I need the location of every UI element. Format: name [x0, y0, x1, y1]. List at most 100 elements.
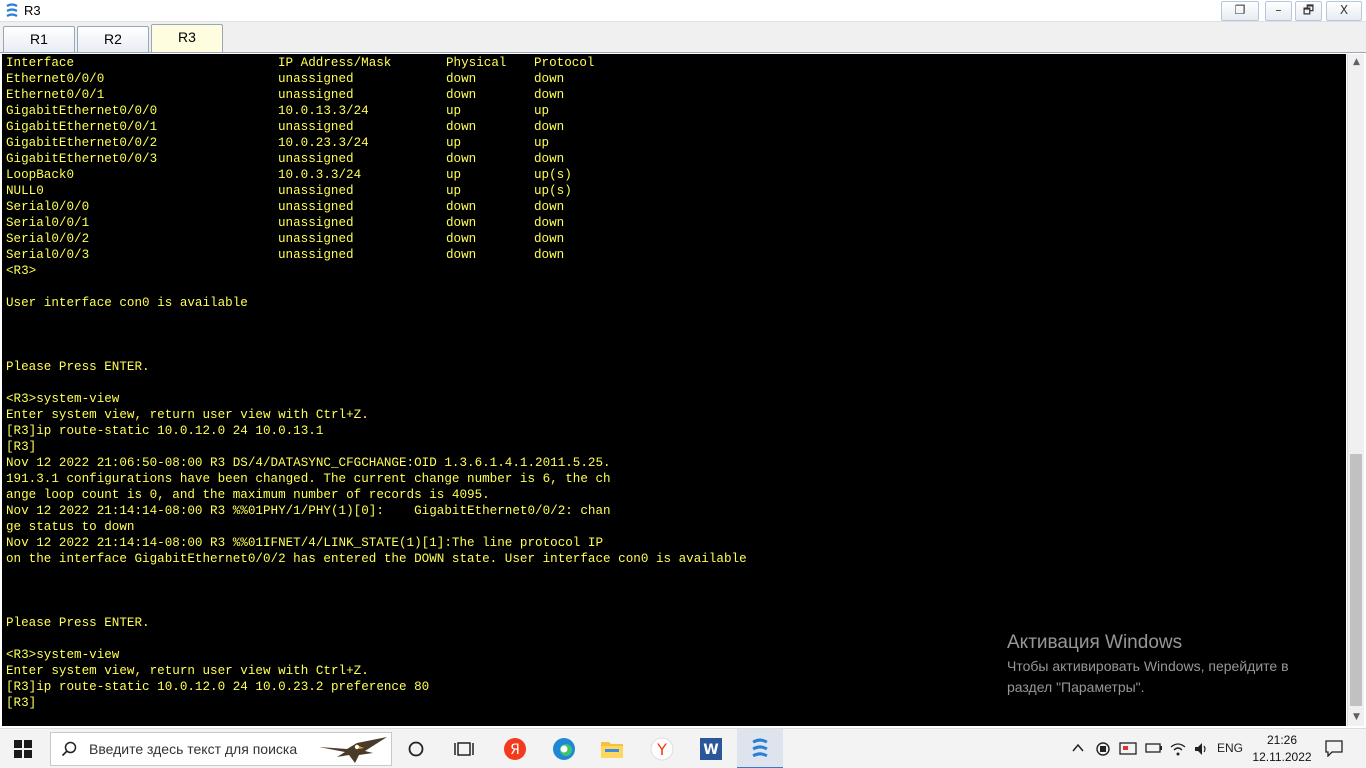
- interface-ip: unassigned: [278, 216, 354, 230]
- terminal-line: Nov 12 2022 21:14:14-08:00 R3 %%01PHY/1/…: [6, 504, 611, 518]
- battery-icon[interactable]: [1145, 741, 1163, 757]
- interface-protocol: up: [534, 104, 550, 118]
- terminal-scrollbar[interactable]: ▲ ▼: [1347, 54, 1364, 726]
- yandex-icon[interactable]: Y: [648, 735, 676, 763]
- interface-physical: down: [446, 88, 477, 102]
- interface-protocol: up(s): [534, 168, 572, 182]
- interface-physical: down: [446, 216, 477, 230]
- terminal-line: User interface con0 is available: [6, 296, 248, 310]
- tray-app-icon[interactable]: [1095, 741, 1111, 757]
- interface-ip: unassigned: [278, 232, 354, 246]
- file-explorer-icon[interactable]: [598, 735, 626, 763]
- svg-text:Я: Я: [510, 742, 520, 758]
- interface-physical: up: [446, 104, 462, 118]
- svg-text:W: W: [703, 742, 718, 758]
- wifi-icon[interactable]: [1170, 741, 1186, 757]
- interface-name: GigabitEthernet0/0/3: [6, 152, 158, 166]
- clock-time: 21:26: [1266, 733, 1298, 747]
- interface-ip: unassigned: [278, 248, 354, 262]
- interface-name: GigabitEthernet0/0/0: [6, 104, 158, 118]
- scroll-up-icon[interactable]: ▲: [1348, 54, 1365, 71]
- interface-name: Ethernet0/0/0: [6, 72, 105, 86]
- terminal-console[interactable]: Interface IP Address/Mask Physical Proto…: [2, 54, 1346, 726]
- interface-ip: 10.0.3.3/24: [278, 168, 362, 182]
- interface-name: Serial0/0/0: [6, 200, 90, 214]
- interface-row: Ethernet0/0/1 unassigned down down: [6, 87, 747, 103]
- interface-table: Interface IP Address/Mask Physical Proto…: [6, 55, 747, 263]
- interface-ip: 10.0.13.3/24: [278, 104, 369, 118]
- interface-ip: unassigned: [278, 72, 354, 86]
- windows-start-icon[interactable]: [14, 740, 32, 758]
- interface-name: GigabitEthernet0/0/1: [6, 120, 158, 134]
- col-physical: Physical: [446, 56, 507, 70]
- interface-table-header: Interface IP Address/Mask Physical Proto…: [6, 55, 747, 71]
- terminal-line: [R3]: [6, 696, 37, 710]
- interface-protocol: down: [534, 120, 565, 134]
- tray-monitor-icon[interactable]: [1119, 741, 1137, 757]
- ensp-app-icon: [6, 3, 18, 17]
- interface-protocol: up(s): [534, 184, 572, 198]
- tab-bar: R1 R2 R3: [0, 22, 1366, 53]
- terminal-line: 191.3.1 configurations have been changed…: [6, 472, 611, 486]
- interface-physical: up: [446, 184, 462, 198]
- edge-browser-icon[interactable]: [550, 735, 578, 763]
- interface-physical: down: [446, 200, 477, 214]
- terminal-line: [R3]: [6, 440, 37, 454]
- terminal-line: Enter system view, return user view with…: [6, 664, 369, 678]
- interface-protocol: down: [534, 232, 565, 246]
- scroll-down-icon[interactable]: ▼: [1348, 709, 1365, 726]
- restore-window-button[interactable]: ❐: [1221, 1, 1259, 21]
- terminal-line: <R3>system-view: [6, 648, 120, 662]
- interface-protocol: up: [534, 136, 550, 150]
- interface-protocol: down: [534, 152, 565, 166]
- widgets-icon[interactable]: [450, 735, 478, 763]
- windows-activation-watermark: Активация Windows Чтобы активировать Win…: [1007, 632, 1327, 698]
- interface-physical: up: [446, 136, 462, 150]
- search-icon: [61, 741, 77, 757]
- watermark-line2: раздел "Параметры".: [1007, 679, 1145, 695]
- interface-protocol: down: [534, 72, 565, 86]
- col-interface: Interface: [6, 56, 75, 70]
- task-view-icon[interactable]: [402, 735, 430, 763]
- interface-row: GigabitEthernet0/0/3 unassigned down down: [6, 151, 747, 167]
- interface-ip: unassigned: [278, 88, 354, 102]
- ensp-taskbar-button[interactable]: [737, 729, 783, 768]
- interface-row: NULL0 unassigned up up(s): [6, 183, 747, 199]
- interface-name: Serial0/0/1: [6, 216, 90, 230]
- terminal-output: Interface IP Address/Mask Physical Proto…: [6, 55, 747, 711]
- tab-r3[interactable]: R3: [151, 24, 223, 52]
- chevron-up-icon[interactable]: [1071, 741, 1085, 757]
- terminal-line: Nov 12 2022 21:06:50-08:00 R3 DS/4/DATAS…: [6, 456, 611, 470]
- tab-r1[interactable]: R1: [3, 26, 75, 52]
- interface-row: GigabitEthernet0/0/1 unassigned down down: [6, 119, 747, 135]
- col-protocol: Protocol: [534, 56, 595, 70]
- volume-icon[interactable]: [1193, 741, 1209, 757]
- interface-protocol: down: [534, 248, 565, 262]
- tab-r2[interactable]: R2: [77, 26, 149, 52]
- minimize-button[interactable]: –: [1265, 1, 1292, 21]
- taskbar-search-box[interactable]: Введите здесь текст для поиска: [50, 732, 392, 766]
- interface-name: NULL0: [6, 184, 44, 198]
- interface-physical: down: [446, 72, 477, 86]
- word-icon[interactable]: W: [697, 735, 725, 763]
- interface-physical: down: [446, 120, 477, 134]
- notifications-icon[interactable]: [1324, 739, 1344, 758]
- interface-row: Serial0/0/3 unassigned down down: [6, 247, 747, 263]
- scroll-thumb[interactable]: [1350, 454, 1362, 706]
- language-indicator[interactable]: ENG: [1217, 741, 1243, 757]
- interface-name: Serial0/0/3: [6, 248, 90, 262]
- close-button[interactable]: X: [1326, 1, 1362, 21]
- eagle-illustration-icon: [319, 737, 387, 763]
- interface-row: GigabitEthernet0/0/0 10.0.13.3/24 up up: [6, 103, 747, 119]
- terminal-line: Nov 12 2022 21:14:14-08:00 R3 %%01IFNET/…: [6, 536, 604, 550]
- interface-row: Serial0/0/0 unassigned down down: [6, 199, 747, 215]
- taskbar-clock[interactable]: 21:26 12.11.2022: [1252, 732, 1312, 766]
- yandex-browser-icon[interactable]: Я: [501, 735, 529, 763]
- maximize-button[interactable]: 🗗: [1295, 1, 1322, 21]
